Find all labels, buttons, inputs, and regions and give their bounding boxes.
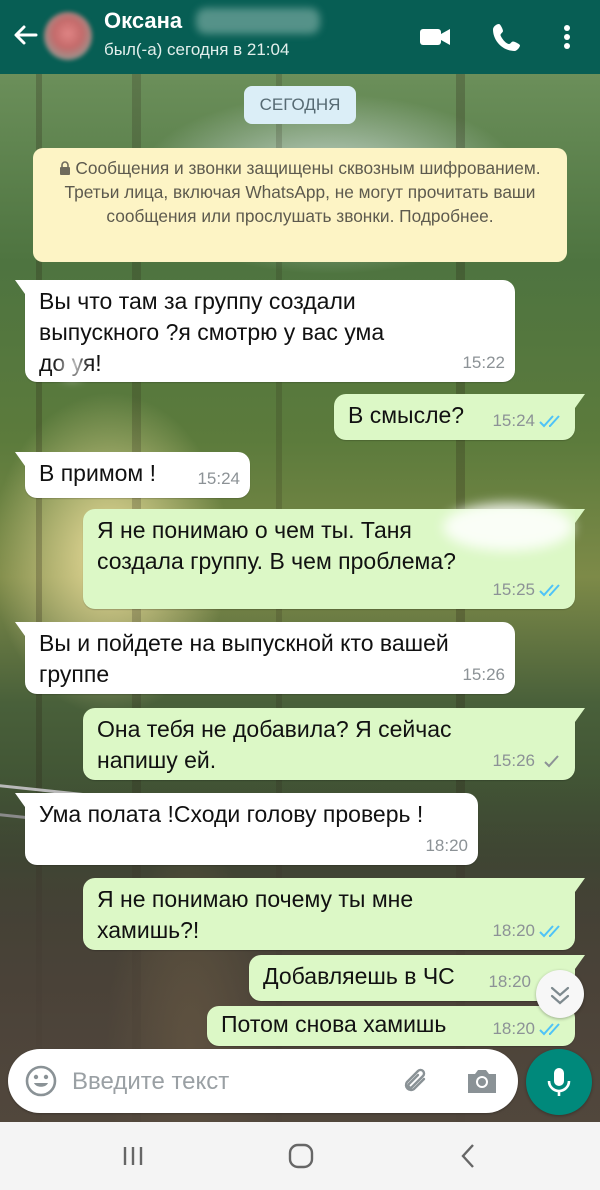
message-time: 15:26: [492, 751, 535, 770]
read-double-tick-icon: [539, 583, 560, 596]
emoji-icon[interactable]: [24, 1064, 58, 1098]
camera-icon[interactable]: [464, 1064, 500, 1098]
message-text: Добавляешь в ЧС: [263, 963, 455, 989]
message-bubble-incoming[interactable]: В примом ! 15:24: [15, 452, 250, 498]
more-vert-icon[interactable]: [550, 20, 584, 54]
video-call-icon[interactable]: [418, 20, 452, 54]
message-time: 18:20: [492, 1019, 535, 1038]
message-time: 18:20: [425, 836, 468, 855]
back-arrow-icon[interactable]: [8, 18, 42, 52]
message-bubble-incoming[interactable]: Вы что там за группу создали выпускного …: [15, 280, 515, 382]
message-time: 15:24: [492, 411, 535, 430]
scroll-down-icon: [550, 986, 570, 1005]
message-time: 18:20: [488, 972, 531, 991]
message-text: Я не понимаю почему ты мне хамишь?!: [97, 886, 414, 943]
message-meta: 15:24: [492, 405, 565, 436]
message-bubble-outgoing[interactable]: Я не понимаю о чем ты. Таня создала груп…: [83, 503, 585, 609]
redacted-spot: [61, 354, 83, 378]
message-meta: 18:20: [492, 915, 565, 946]
message-time: 15:25: [492, 580, 535, 599]
message-text: Потом снова хамишь: [221, 1011, 447, 1037]
redacted-surname: [196, 8, 320, 34]
home-icon[interactable]: [284, 1139, 318, 1173]
message-composer: [8, 1049, 518, 1113]
system-navigation-bar: [0, 1122, 600, 1190]
message-bubble-incoming[interactable]: Вы и пойдете на выпускной кто вашей груп…: [15, 622, 515, 694]
message-meta: 18:20: [425, 830, 468, 861]
message-meta: 15:25: [492, 574, 565, 605]
date-chip: СЕГОДНЯ: [244, 86, 356, 124]
scroll-to-bottom-button[interactable]: [536, 970, 584, 1018]
last-seen-status: был(-а) сегодня в 21:04: [104, 40, 290, 59]
read-double-tick-icon: [539, 414, 560, 427]
message-meta: 15:24: [197, 463, 240, 494]
message-text: Вы и пойдете на выпускной кто вашей груп…: [39, 630, 449, 687]
encryption-notice-text: Сообщения и звонки защищены сквозным шиф…: [64, 158, 541, 227]
recents-icon[interactable]: [116, 1139, 150, 1173]
message-input[interactable]: [70, 1061, 394, 1103]
read-double-tick-icon: [539, 1022, 560, 1035]
message-time: 15:26: [462, 665, 505, 684]
attach-icon[interactable]: [400, 1064, 434, 1098]
chat-header: Оксана был(-а) сегодня в 21:04: [0, 0, 600, 74]
message-bubble-outgoing[interactable]: В смысле? 15:24: [334, 394, 585, 440]
message-text: В примом !: [39, 460, 157, 486]
message-meta: 15:22: [462, 347, 505, 378]
message-time: 15:22: [462, 353, 505, 372]
message-bubble-outgoing[interactable]: Она тебя не добавила? Я сейчас напишу ей…: [83, 708, 585, 780]
contact-name[interactable]: Оксана: [104, 8, 182, 34]
read-double-tick-icon: [539, 924, 560, 937]
encryption-notice[interactable]: Сообщения и звонки защищены сквозным шиф…: [33, 148, 567, 262]
message-meta: 15:26: [492, 745, 565, 776]
message-meta: 18:20: [488, 966, 531, 997]
mic-button[interactable]: [526, 1049, 592, 1115]
phone-icon[interactable]: [490, 20, 524, 54]
message-text: Она тебя не добавила? Я сейчас напишу ей…: [97, 716, 452, 773]
message-text: Я не понимаю о чем ты. Таня создала груп…: [97, 517, 456, 574]
message-bubble-outgoing[interactable]: Потом снова хамишь 18:20: [207, 1006, 575, 1046]
message-bubble-incoming[interactable]: Ума полата !Сходи голову проверь ! 18:20: [15, 793, 478, 865]
message-bubble-outgoing[interactable]: Добавляешь в ЧС 18:20: [249, 955, 585, 1001]
message-text: Вы что там за группу создали выпускного …: [39, 288, 385, 376]
message-meta: 15:26: [462, 659, 505, 690]
message-text: Ума полата !Сходи голову проверь !: [39, 801, 424, 827]
message-bubble-outgoing[interactable]: Я не понимаю почему ты мне хамишь?! 18:2…: [83, 878, 585, 950]
mic-icon: [547, 1068, 571, 1096]
message-time: 15:24: [197, 469, 240, 488]
lock-icon: [60, 161, 71, 175]
delivered-tick-icon: [544, 754, 559, 767]
message-text: В смысле?: [348, 402, 465, 428]
avatar[interactable]: [44, 12, 92, 60]
message-time: 18:20: [492, 921, 535, 940]
redacted-surname-spot: [443, 503, 573, 551]
back-nav-icon[interactable]: [452, 1139, 486, 1173]
